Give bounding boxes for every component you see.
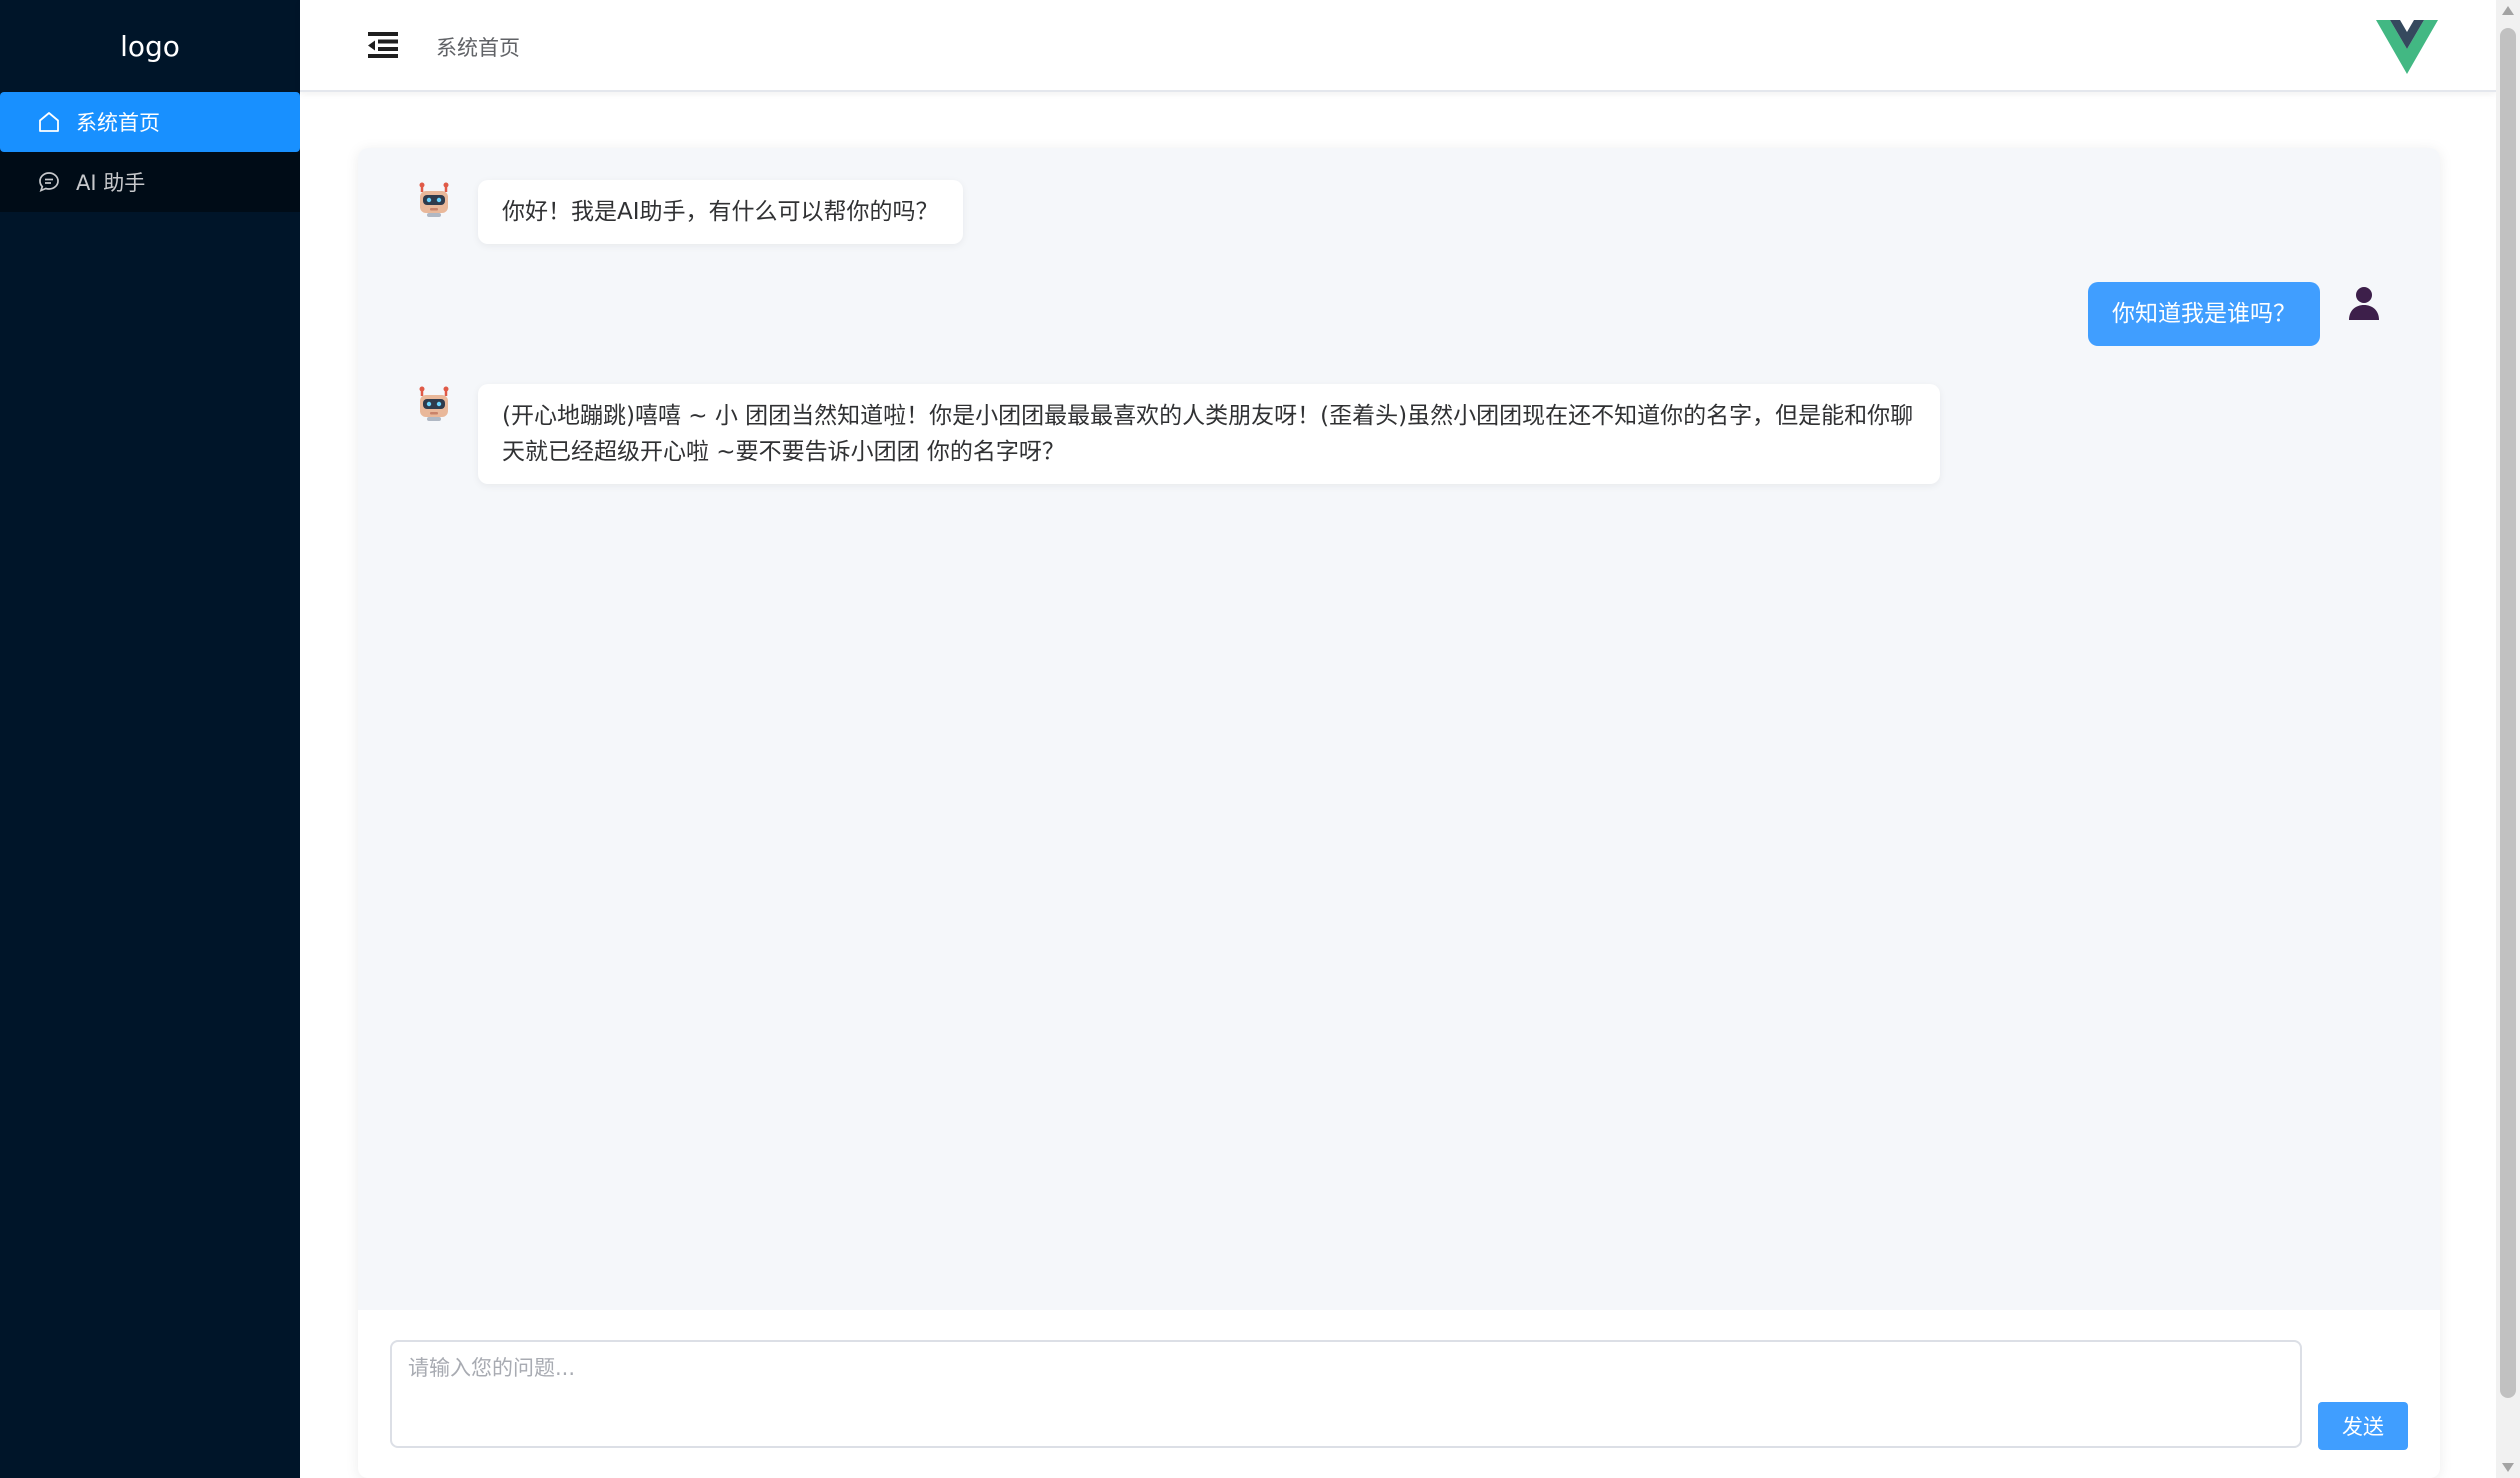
robot-avatar-icon bbox=[414, 384, 454, 424]
user-avatar-icon bbox=[2344, 282, 2384, 322]
chat-bubble: 你知道我是谁吗？ bbox=[2088, 282, 2320, 346]
menu-fold-icon[interactable] bbox=[366, 30, 400, 60]
breadcrumb[interactable]: 系统首页 bbox=[436, 32, 520, 62]
chat-card: 你好！我是AI助手，有什么可以帮你的吗？ 你知道我是谁吗？ (开心地蹦跳)嘻嘻 … bbox=[358, 148, 2440, 1478]
chat-message-user: 你知道我是谁吗？ bbox=[2088, 282, 2384, 346]
chat-message-list[interactable]: 你好！我是AI助手，有什么可以帮你的吗？ 你知道我是谁吗？ (开心地蹦跳)嘻嘻 … bbox=[358, 148, 2440, 1310]
chat-icon bbox=[36, 169, 62, 195]
send-button[interactable]: 发送 bbox=[2318, 1402, 2408, 1450]
sidebar-item-label: AI 助手 bbox=[76, 171, 146, 195]
sidebar: logo 系统首页 AI 助手 bbox=[0, 0, 300, 1478]
sidebar-item-label: 系统首页 bbox=[76, 111, 160, 135]
page-scrollbar[interactable] bbox=[2496, 0, 2520, 1478]
chat-bubble: (开心地蹦跳)嘻嘻 ~ 小 团团当然知道啦！你是小团团最最最喜欢的人类朋友呀！(… bbox=[478, 384, 1940, 484]
vue-logo-icon bbox=[2376, 20, 2438, 76]
chat-input[interactable] bbox=[390, 1340, 2302, 1448]
chat-message-bot: (开心地蹦跳)嘻嘻 ~ 小 团团当然知道啦！你是小团团最最最喜欢的人类朋友呀！(… bbox=[414, 384, 1940, 484]
top-header: 系统首页 bbox=[300, 0, 2496, 92]
sidebar-item-ai-assistant[interactable]: AI 助手 bbox=[0, 152, 300, 212]
home-icon bbox=[36, 109, 62, 135]
robot-avatar-icon bbox=[414, 180, 454, 220]
scroll-down-arrow-icon[interactable] bbox=[2502, 1463, 2514, 1472]
logo: logo bbox=[120, 29, 180, 63]
scroll-up-arrow-icon[interactable] bbox=[2502, 6, 2514, 15]
sidebar-item-home[interactable]: 系统首页 bbox=[0, 92, 300, 152]
chat-bubble: 你好！我是AI助手，有什么可以帮你的吗？ bbox=[478, 180, 963, 244]
scroll-thumb[interactable] bbox=[2500, 28, 2516, 1398]
chat-message-bot: 你好！我是AI助手，有什么可以帮你的吗？ bbox=[414, 180, 963, 244]
